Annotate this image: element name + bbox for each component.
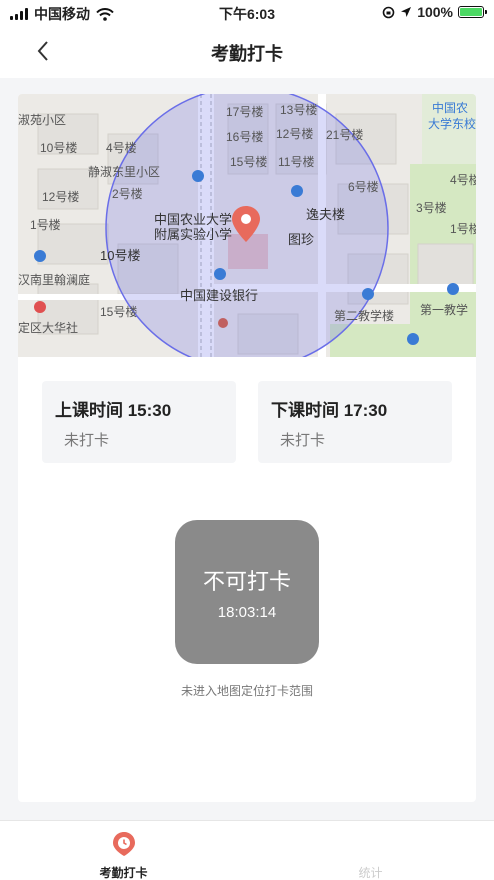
map-label: 4号楼	[450, 172, 476, 187]
class-start-time: 上课时间 15:30	[55, 401, 172, 420]
rotation-lock-icon	[382, 6, 395, 18]
map-label: 淑苑小区	[18, 113, 66, 127]
map-label: 第一教学	[420, 302, 468, 317]
battery-fill	[460, 8, 482, 16]
status-bar: 中国移动 下午6:03 100%	[0, 0, 494, 26]
class-end-time: 下课时间 17:30	[271, 401, 388, 420]
building-icon	[362, 288, 374, 300]
nav-bar: 考勤打卡	[0, 26, 494, 78]
map-label: 2号楼	[112, 186, 143, 201]
tab-attendance-label: 考勤打卡	[99, 866, 148, 880]
tab-statistics[interactable]: 统计	[247, 821, 494, 880]
government-icon	[218, 318, 228, 328]
battery-icon	[458, 6, 487, 18]
map-label: 21号楼	[326, 127, 363, 142]
map-label: 1号楼	[450, 221, 476, 236]
class-start-box: 上课时间 15:30 未打卡	[42, 381, 236, 463]
class-start-status: 未打卡	[64, 432, 110, 449]
punch-current-time: 18:03:14	[217, 604, 277, 621]
attendance-card: 淑苑小区 10号楼 4号楼 静淑东里小区 12号楼 2号楼 1号楼 17号楼 13号楼 16号楼 1…	[18, 94, 476, 802]
page-title: 考勤打卡	[211, 44, 283, 64]
map-label: 静淑东里小区	[88, 165, 160, 179]
class-end-status: 未打卡	[280, 432, 326, 449]
building-icon	[407, 333, 419, 345]
map-label: 17号楼	[226, 104, 263, 119]
map-label: 1号楼	[30, 217, 61, 232]
tab-bar: 考勤打卡 统计	[0, 820, 494, 880]
map-label: 中国建设银行	[180, 288, 258, 303]
tab-attendance[interactable]: 考勤打卡	[0, 821, 247, 880]
map-label: 4号楼	[106, 140, 137, 155]
map-label: 10号楼	[40, 140, 77, 155]
map-label: 6号楼	[348, 179, 379, 194]
punch-range-hint: 未进入地图定位打卡范围	[180, 684, 313, 698]
home-icon	[34, 250, 46, 262]
location-map[interactable]: 淑苑小区10号楼 4号楼静淑东里小区12号楼 2号楼1号楼17号楼 13号楼16号楼 1…	[18, 94, 476, 357]
map-label: 汉南里翰澜庭	[18, 272, 90, 287]
map-label: 附属实验小学	[154, 227, 232, 242]
class-end-box: 下课时间 17:30 未打卡	[258, 381, 452, 463]
punch-label: 不可打卡	[202, 569, 291, 594]
map-label: 图珍	[288, 232, 314, 247]
map-label: 12号楼	[42, 189, 79, 204]
hospital-icon	[34, 301, 46, 313]
bank-icon	[214, 268, 226, 280]
status-right: 100%	[382, 4, 487, 20]
location-arrow-icon	[401, 7, 412, 17]
building-icon	[447, 283, 459, 295]
map-label: 15号楼	[100, 304, 137, 319]
map-label: 13号楼	[280, 102, 317, 117]
map-label: 10号楼	[100, 248, 140, 263]
map-label: 3号楼	[416, 200, 447, 215]
map-label: 第二教学楼	[334, 308, 394, 323]
battery-percent: 100%	[417, 4, 453, 20]
map-label: 中国农业大学	[154, 212, 232, 227]
map-label: 16号楼	[226, 129, 263, 144]
punch-in-button[interactable]: 不可打卡 18:03:14	[175, 520, 319, 664]
map-label: 15号楼	[230, 154, 267, 169]
bus-stop-icon	[192, 170, 204, 182]
map-label: 大学东校	[428, 116, 476, 131]
map-label: 逸夫楼	[306, 207, 345, 222]
building-icon	[291, 185, 303, 197]
map-label: 11号楼	[278, 154, 314, 169]
clock-pin-icon	[113, 832, 135, 856]
map-label: 定区大华社	[18, 320, 78, 335]
tab-statistics-label: 统计	[358, 866, 383, 880]
map-label: 中国农	[432, 100, 468, 115]
map-label: 12号楼	[276, 126, 313, 141]
